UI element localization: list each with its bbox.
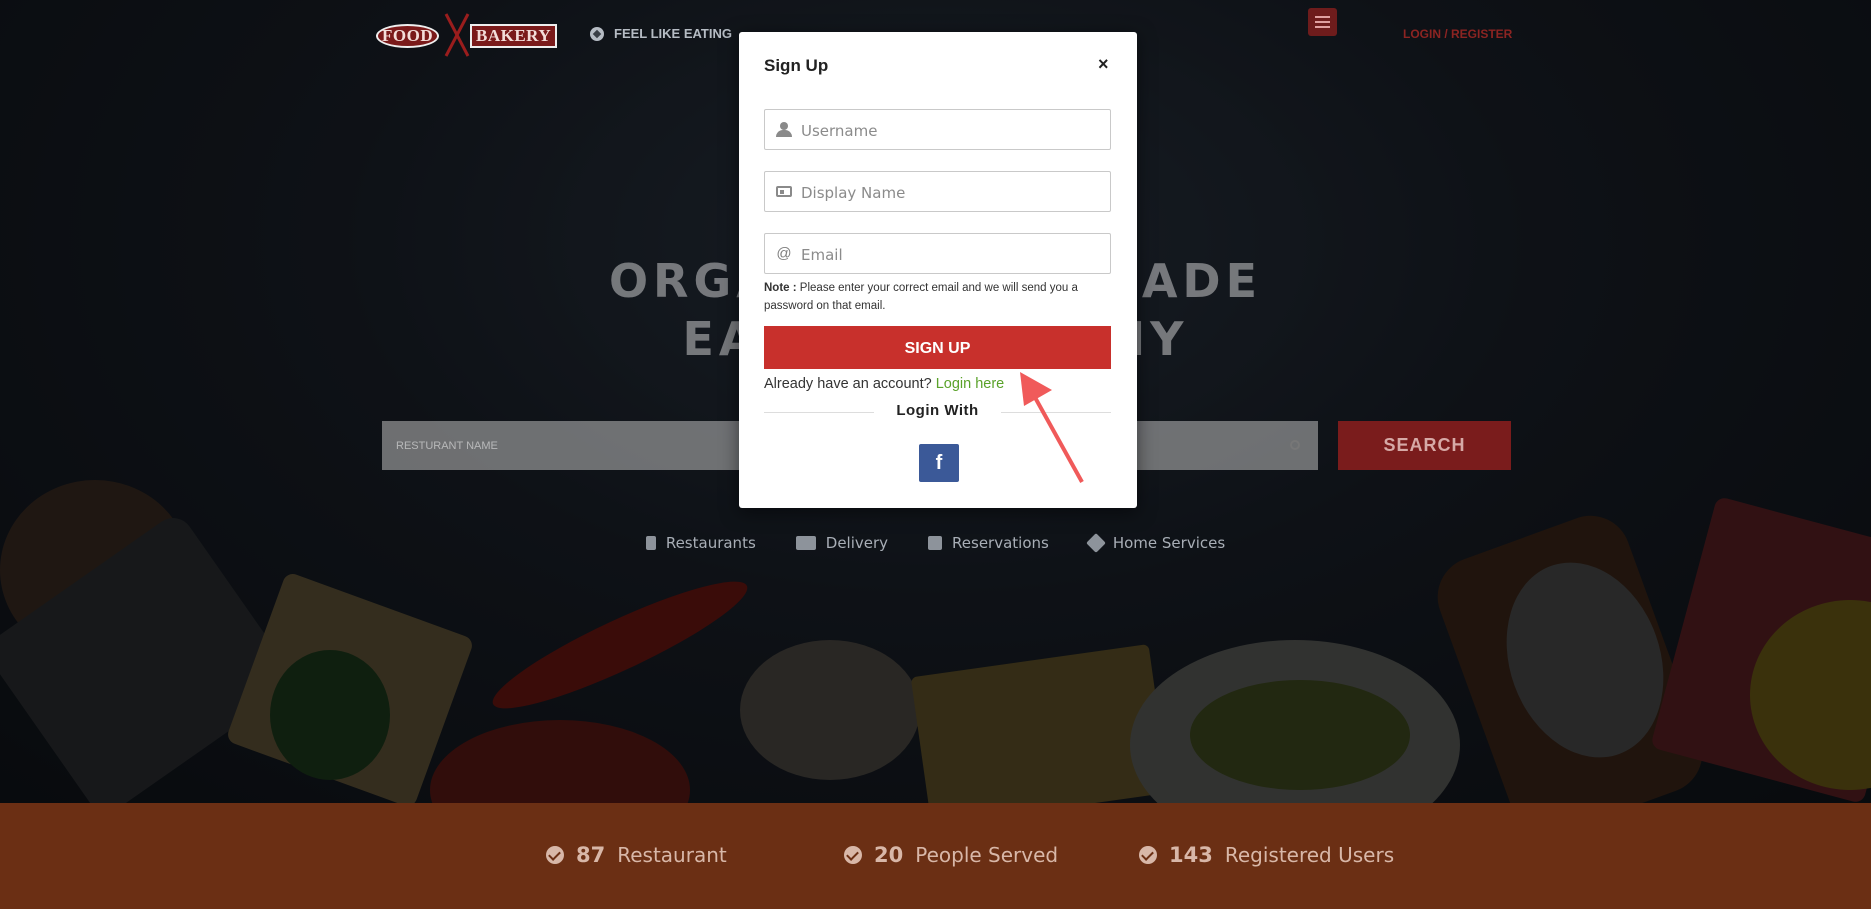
fork-knife-icon	[645, 536, 656, 550]
login-here-link[interactable]: Login here	[936, 376, 1005, 392]
stat-value: 20	[874, 843, 904, 867]
at-sign-icon: @	[776, 245, 792, 262]
site-logo[interactable]: FOOD BAKERY	[376, 13, 558, 57]
display-name-field[interactable]	[764, 171, 1111, 213]
signup-button[interactable]: SIGN UP	[764, 326, 1111, 369]
service-delivery[interactable]: Delivery	[795, 534, 889, 552]
annotation-arrow-icon	[1020, 372, 1084, 483]
modal-title: Sign Up	[764, 56, 829, 75]
check-circle-icon	[844, 846, 862, 864]
id-card-icon	[776, 186, 792, 197]
display-name-input[interactable]	[799, 172, 1103, 213]
email-input[interactable]	[799, 234, 1103, 275]
truck-icon	[795, 536, 816, 550]
note-text: Please enter your correct email and we w…	[764, 282, 1078, 312]
menu-bar-icon	[1315, 21, 1330, 23]
tools-icon	[1085, 533, 1106, 553]
crossed-utensils-icon	[444, 13, 470, 57]
service-label: Delivery	[825, 534, 889, 552]
service-home-services[interactable]: Home Services	[1085, 533, 1226, 553]
search-button[interactable]: SEARCH	[1338, 421, 1511, 470]
already-label: Already have an account?	[764, 376, 932, 392]
service-reservations[interactable]: Reservations	[928, 534, 1049, 552]
feel-like-eating-label: FEEL LIKE EATING	[614, 26, 732, 41]
already-account-text: Already have an account? Login here	[764, 369, 1004, 399]
username-field[interactable]	[764, 109, 1111, 151]
service-label: Restaurants	[665, 534, 756, 552]
service-restaurants[interactable]: Restaurants	[645, 534, 756, 552]
feel-like-eating-link[interactable]: FEEL LIKE EATING	[590, 26, 732, 41]
stat-label: Registered Users	[1224, 843, 1395, 867]
calendar-icon	[928, 536, 943, 550]
location-target-icon[interactable]	[1290, 440, 1300, 450]
stat-value: 143	[1169, 843, 1213, 867]
stat-value: 87	[576, 843, 606, 867]
service-label: Home Services	[1112, 534, 1226, 552]
check-circle-icon	[1139, 846, 1157, 864]
email-note: Note : Please enter your correct email a…	[764, 279, 1114, 315]
stat-registered-users: 143 Registered Users	[1139, 843, 1394, 867]
menu-bar-icon	[1315, 26, 1330, 28]
stat-restaurant: 87 Restaurant	[546, 843, 727, 867]
note-label: Note :	[764, 282, 797, 294]
close-icon[interactable]: ×	[1098, 54, 1109, 75]
check-circle-icon	[546, 846, 564, 864]
login-register-link[interactable]: LOGIN / REGISTER	[1403, 27, 1512, 41]
logo-food-text: FOOD	[376, 24, 440, 48]
username-input[interactable]	[799, 110, 1103, 151]
stat-label: People Served	[915, 843, 1059, 867]
services-list: Restaurants Delivery Reservations Home S…	[0, 533, 1871, 553]
service-label: Reservations	[952, 534, 1049, 552]
email-field[interactable]: @	[764, 233, 1111, 275]
stat-label: Restaurant	[617, 843, 727, 867]
facebook-login-button[interactable]: f	[919, 444, 959, 482]
menu-bar-icon	[1315, 16, 1330, 18]
hamburger-menu-button[interactable]	[1308, 8, 1337, 36]
compass-icon	[590, 26, 604, 41]
stat-people-served: 20 People Served	[844, 843, 1058, 867]
user-icon	[776, 122, 792, 138]
search-placeholder: RESTURANT NAME	[396, 440, 498, 452]
logo-bakery-text: BAKERY	[470, 24, 558, 48]
